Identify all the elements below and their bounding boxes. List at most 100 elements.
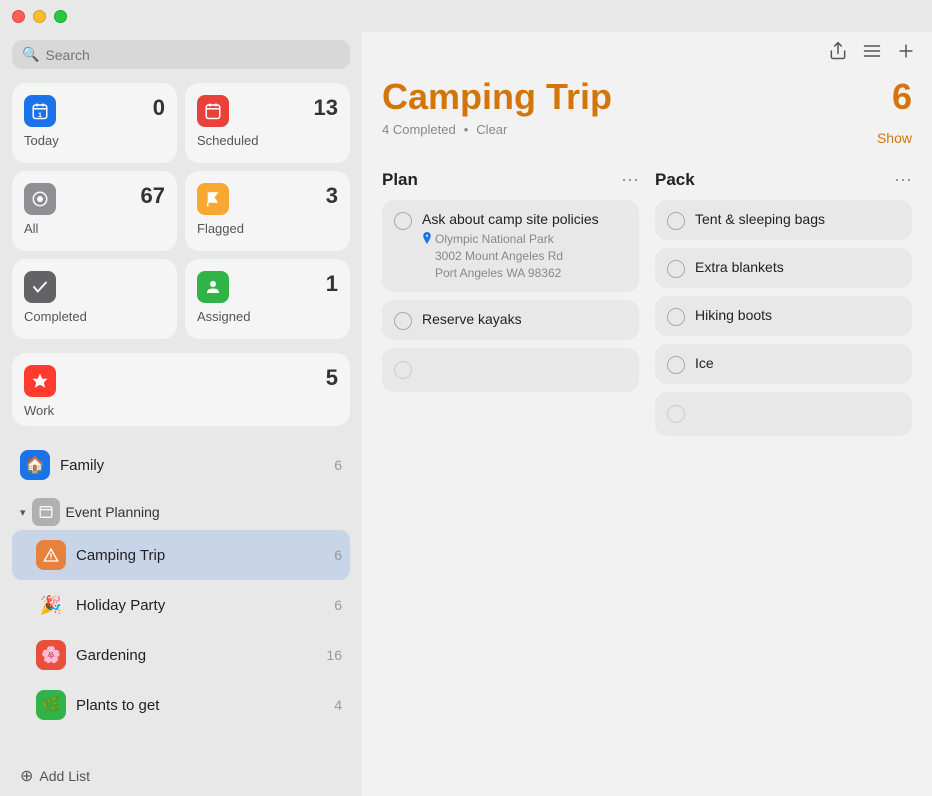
- plants-icon: 🌿: [36, 690, 66, 720]
- plants-count: 4: [334, 697, 342, 713]
- titlebar: [0, 0, 932, 32]
- task-item[interactable]: Hiking boots: [655, 296, 912, 336]
- today-count: 0: [153, 95, 165, 121]
- view-options-icon[interactable]: [862, 41, 882, 67]
- all-count: 67: [141, 183, 165, 209]
- camping-trip-count: 6: [334, 547, 342, 563]
- task-item[interactable]: Reserve kayaks: [382, 300, 639, 340]
- flagged-count: 3: [326, 183, 338, 209]
- task-item[interactable]: Ask about camp site policies Olympic Nat…: [382, 200, 639, 292]
- add-list-label: Add List: [39, 768, 90, 784]
- column-pack: Pack ··· Tent & sleeping bags: [655, 169, 912, 444]
- task-item[interactable]: Tent & sleeping bags: [655, 200, 912, 240]
- search-input[interactable]: [45, 47, 340, 63]
- location-icon: [422, 232, 432, 249]
- camping-trip-icon: [36, 540, 66, 570]
- app-container: 🔍 1 0 Today 1 3: [0, 32, 932, 796]
- close-button[interactable]: [12, 10, 25, 23]
- task-name: Ice: [695, 354, 900, 372]
- sidebar-item-all[interactable]: 67 All: [12, 171, 177, 251]
- add-list-button[interactable]: ⊕ Add List: [12, 756, 350, 796]
- column-plan-menu-icon[interactable]: ···: [621, 169, 639, 190]
- minimize-button[interactable]: [33, 10, 46, 23]
- task-checkbox[interactable]: [394, 312, 412, 330]
- completed-label: Completed: [24, 309, 165, 324]
- search-bar[interactable]: 🔍: [12, 40, 350, 69]
- bullet-separator: •: [464, 122, 469, 137]
- list-title-row: Camping Trip 6: [382, 76, 912, 118]
- task-item-empty: [382, 348, 639, 392]
- assigned-label: Assigned: [197, 309, 338, 324]
- task-item[interactable]: Ice: [655, 344, 912, 384]
- scheduled-label: Scheduled: [197, 133, 338, 148]
- holiday-party-label: Holiday Party: [76, 597, 324, 614]
- holiday-party-count: 6: [334, 597, 342, 613]
- sidebar-item-camping-trip[interactable]: Camping Trip 6: [12, 530, 350, 580]
- sidebar-item-completed[interactable]: Completed: [12, 259, 177, 339]
- completed-icon: [24, 271, 56, 303]
- add-task-icon[interactable]: [896, 41, 916, 67]
- gardening-icon: 🌸: [36, 640, 66, 670]
- gardening-count: 16: [326, 647, 342, 663]
- task-checkbox[interactable]: [667, 356, 685, 374]
- flagged-label: Flagged: [197, 221, 338, 236]
- today-label: Today: [24, 133, 165, 148]
- scheduled-icon: [197, 95, 229, 127]
- task-columns: Plan ··· Ask about camp site policies: [382, 169, 912, 444]
- work-count: 5: [326, 365, 338, 391]
- task-item-empty: [655, 392, 912, 436]
- sidebar-item-gardening[interactable]: 🌸 Gardening 16: [12, 630, 350, 680]
- sidebar-item-holiday-party[interactable]: 🎉 Holiday Party 6: [12, 580, 350, 630]
- share-icon[interactable]: [828, 40, 848, 68]
- assigned-count: 1: [326, 271, 338, 297]
- event-planning-icon: [32, 498, 60, 526]
- today-icon: 1: [24, 95, 56, 127]
- show-link[interactable]: Show: [877, 130, 912, 146]
- svg-text:1: 1: [38, 112, 42, 119]
- column-plan: Plan ··· Ask about camp site policies: [382, 169, 639, 444]
- task-item[interactable]: Extra blankets: [655, 248, 912, 288]
- list-subtitle-row: 4 Completed • Clear Show: [382, 122, 912, 153]
- gardening-label: Gardening: [76, 647, 316, 664]
- task-name: Hiking boots: [695, 306, 900, 324]
- main-content: Camping Trip 6 4 Completed • Clear Show …: [362, 32, 932, 796]
- column-plan-title: Plan: [382, 170, 418, 190]
- event-planning-label: Event Planning: [66, 504, 160, 520]
- list-title: Camping Trip: [382, 76, 612, 118]
- chevron-down-icon: ▾: [20, 506, 26, 519]
- main-toolbar: [362, 32, 932, 76]
- task-checkbox[interactable]: [394, 212, 412, 230]
- family-label: Family: [60, 457, 324, 474]
- add-icon: ⊕: [20, 766, 33, 786]
- list-section: 🏠 Family 6 ▾ Event Planning Camping Trip: [12, 440, 350, 756]
- work-label: Work: [24, 403, 338, 418]
- sidebar-item-flagged[interactable]: 3 Flagged: [185, 171, 350, 251]
- sidebar-item-scheduled[interactable]: 13 Scheduled: [185, 83, 350, 163]
- task-checkbox[interactable]: [667, 260, 685, 278]
- sidebar-item-assigned[interactable]: 1 Assigned: [185, 259, 350, 339]
- plants-label: Plants to get: [76, 697, 324, 714]
- task-checkbox-empty: [667, 405, 685, 423]
- column-pack-header: Pack ···: [655, 169, 912, 190]
- list-total: 6: [892, 76, 912, 118]
- sidebar-item-today[interactable]: 1 0 Today: [12, 83, 177, 163]
- all-label: All: [24, 221, 165, 236]
- column-pack-menu-icon[interactable]: ···: [894, 169, 912, 190]
- task-checkbox[interactable]: [667, 212, 685, 230]
- traffic-lights: [12, 10, 67, 23]
- list-subtitle: 4 Completed • Clear: [382, 122, 507, 137]
- family-count: 6: [334, 457, 342, 473]
- clear-link[interactable]: Clear: [476, 122, 507, 137]
- task-checkbox-empty: [394, 361, 412, 379]
- sidebar-item-plants[interactable]: 🌿 Plants to get 4: [12, 680, 350, 730]
- task-name: Reserve kayaks: [422, 310, 627, 328]
- group-event-planning[interactable]: ▾ Event Planning: [12, 490, 350, 530]
- sidebar-item-family[interactable]: 🏠 Family 6: [12, 440, 350, 490]
- fullscreen-button[interactable]: [54, 10, 67, 23]
- search-icon: 🔍: [22, 46, 39, 63]
- column-plan-header: Plan ···: [382, 169, 639, 190]
- task-checkbox[interactable]: [667, 308, 685, 326]
- sidebar-item-work[interactable]: 5 Work: [12, 353, 350, 426]
- flagged-icon: [197, 183, 229, 215]
- family-icon: 🏠: [20, 450, 50, 480]
